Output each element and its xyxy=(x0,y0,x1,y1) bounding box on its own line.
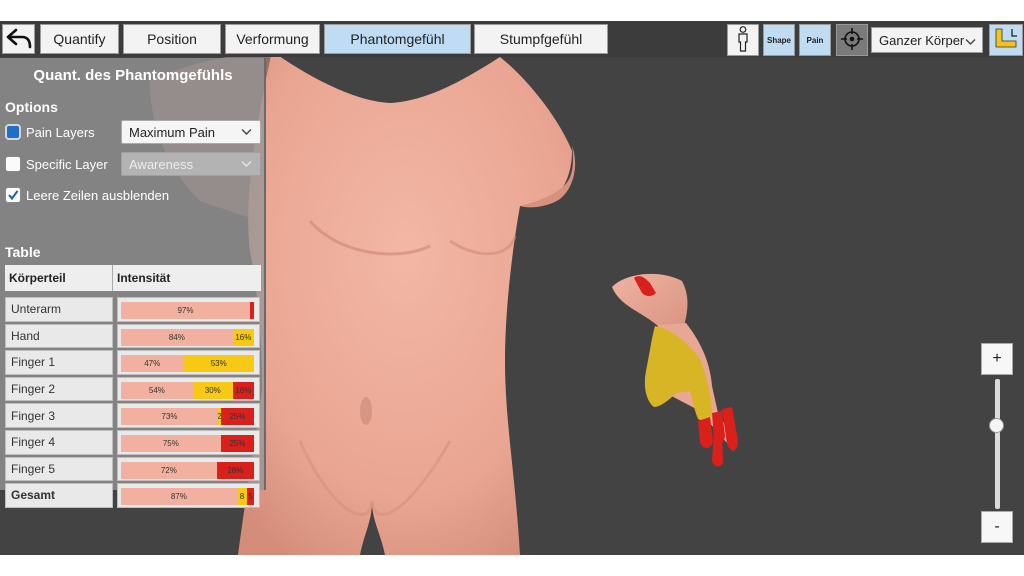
hide-empty-rows-checkbox[interactable]: Leere Zeilen ausblenden xyxy=(5,185,169,205)
table-row: Gesamt 87% 8 5 xyxy=(5,482,261,509)
arm-icon xyxy=(992,26,1020,54)
intensity-segment: 84% xyxy=(121,328,233,346)
specific-layer-radio[interactable]: Specific Layer xyxy=(5,154,108,174)
tab-stumpfgefuehl[interactable]: Stumpfgefühl xyxy=(474,24,608,54)
body-part-name: Gesamt xyxy=(5,483,113,508)
intensity-segment: 16% xyxy=(232,328,254,346)
crosshair-icon xyxy=(839,26,865,54)
intensity-cell: 97% xyxy=(117,297,260,322)
person-view-button[interactable] xyxy=(727,24,759,56)
body-region-select[interactable]: Ganzer Körper xyxy=(871,27,983,53)
body-part-name: Finger 3 xyxy=(5,403,113,428)
pain-layers-value: Maximum Pain xyxy=(129,124,215,140)
specific-layer-select[interactable]: Awareness xyxy=(121,152,261,176)
pain-layers-label: Pain Layers xyxy=(26,124,95,140)
intensity-segment: 75% xyxy=(121,434,221,452)
intensity-bar: 97% xyxy=(121,302,254,319)
table-row: Hand 84% 16% xyxy=(5,323,261,350)
panel-title: Quant. des Phantomgefühls xyxy=(33,67,233,84)
intensity-cell: 72% 28% xyxy=(117,456,260,482)
intensity-cell: 54% 30% 16% xyxy=(117,376,260,402)
table-row: Finger 2 54% 30% 16% xyxy=(5,376,261,403)
specific-layer-label: Specific Layer xyxy=(26,156,108,172)
intensity-cell: 73% 2 25% xyxy=(117,403,260,428)
radio-selected-icon xyxy=(5,124,21,140)
checkmark-icon xyxy=(5,187,21,203)
intensity-segment: 54% xyxy=(121,381,193,399)
radio-unselected-icon xyxy=(5,156,21,172)
table-heading: Table xyxy=(5,244,41,260)
table-row: Finger 3 73% 2 25% xyxy=(5,402,261,429)
intensity-cell: 84% 16% xyxy=(117,323,260,349)
top-toolbar: Quantify Position Verformung Phantomgefü… xyxy=(0,21,1024,57)
shape-button[interactable]: Shape xyxy=(763,24,795,56)
arm-selector-button[interactable] xyxy=(989,24,1023,56)
intensity-segment: 25% xyxy=(220,408,254,426)
chevron-down-icon xyxy=(241,124,252,139)
person-icon xyxy=(736,26,750,54)
chevron-down-icon xyxy=(241,156,252,171)
zoom-slider-handle[interactable] xyxy=(989,417,1004,433)
intensity-segment: 53% xyxy=(183,355,254,373)
table-row: Finger 5 72% 28% xyxy=(5,456,261,483)
intensity-segment: 5 xyxy=(247,488,254,506)
body-part-name: Finger 5 xyxy=(5,456,113,482)
chevron-down-icon xyxy=(965,34,976,49)
body-part-name: Finger 2 xyxy=(5,376,113,402)
tab-verformung[interactable]: Verformung xyxy=(225,24,320,54)
body-part-name: Unterarm xyxy=(5,297,113,322)
intensity-bar: 72% 28% xyxy=(121,461,254,479)
tab-position[interactable]: Position xyxy=(123,24,221,54)
body-part-name: Finger 4 xyxy=(5,429,113,455)
intensity-table: Unterarm 97% Hand 84% 16% Finger 1 47% 53% Finge… xyxy=(5,296,261,509)
back-arrow-icon xyxy=(6,27,32,52)
column-header-intensitaet: Intensität xyxy=(117,271,171,285)
column-header-koerperteil: Körperteil xyxy=(5,265,113,291)
pain-layers-radio[interactable]: Pain Layers xyxy=(5,122,95,142)
back-button[interactable] xyxy=(2,24,35,54)
intensity-segment: 30% xyxy=(192,381,233,399)
intensity-segment xyxy=(250,302,254,319)
intensity-segment: 73% xyxy=(121,408,219,426)
phantom-hand-model xyxy=(612,273,738,467)
pain-button[interactable]: Pain xyxy=(799,24,831,56)
intensity-bar: 54% 30% 16% xyxy=(121,381,254,399)
intensity-bar: 84% 16% xyxy=(121,328,254,346)
zoom-out-button[interactable]: - xyxy=(981,511,1013,543)
pain-layers-select[interactable]: Maximum Pain xyxy=(121,120,261,144)
intensity-segment: 8 xyxy=(236,488,248,506)
body-part-name: Finger 1 xyxy=(5,350,113,375)
specific-layer-value: Awareness xyxy=(129,156,194,172)
intensity-cell: 75% 25% xyxy=(117,429,260,455)
intensity-segment: 72% xyxy=(121,461,217,479)
app-window: Quantify Position Verformung Phantomgefü… xyxy=(0,21,1024,555)
intensity-segment: 16% xyxy=(232,381,254,399)
intensity-segment: 47% xyxy=(121,355,184,373)
table-header: Körperteil Intensität xyxy=(5,265,261,291)
body-part-name: Hand xyxy=(5,323,113,349)
table-row: Unterarm 97% xyxy=(5,296,261,323)
zoom-slider-track[interactable] xyxy=(995,379,1000,509)
tab-phantomgefuehl[interactable]: Phantomgefühl xyxy=(324,24,471,54)
intensity-bar: 73% 2 25% xyxy=(121,408,254,426)
body-region-value: Ganzer Körper xyxy=(879,32,965,48)
intensity-cell: 87% 8 5 xyxy=(117,483,260,508)
zoom-in-button[interactable]: + xyxy=(981,343,1013,375)
table-row: Finger 4 75% 25% xyxy=(5,429,261,456)
intensity-cell: 47% 53% xyxy=(117,350,260,375)
intensity-segment: 87% xyxy=(121,488,237,506)
hide-empty-rows-label: Leere Zeilen ausblenden xyxy=(26,187,170,203)
intensity-segment: 97% xyxy=(121,302,250,319)
intensity-segment: 25% xyxy=(220,434,254,452)
intensity-bar: 75% 25% xyxy=(121,434,254,452)
phantom-quantification-panel: Quant. des Phantomgefühls Options Pain L… xyxy=(0,58,266,508)
tab-quantify[interactable]: Quantify xyxy=(40,24,119,54)
intensity-segment: 28% xyxy=(216,461,254,479)
options-heading: Options xyxy=(5,99,58,115)
table-row: Finger 1 47% 53% xyxy=(5,349,261,376)
focus-target-button[interactable] xyxy=(836,24,868,56)
intensity-bar: 87% 8 5 xyxy=(121,488,254,506)
intensity-bar: 47% 53% xyxy=(121,355,254,373)
